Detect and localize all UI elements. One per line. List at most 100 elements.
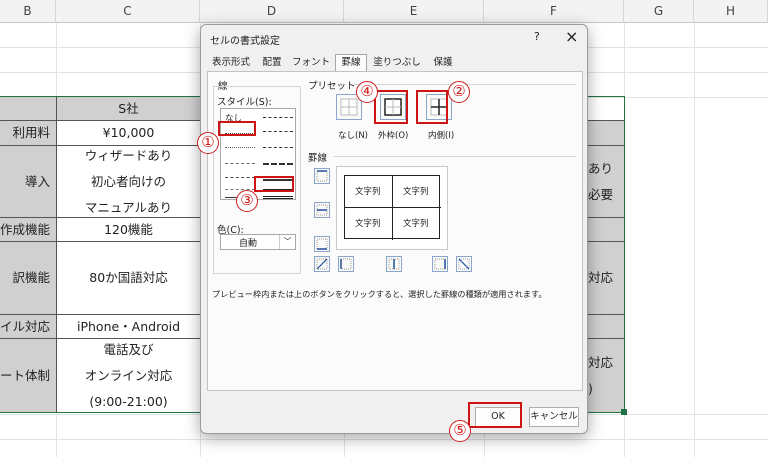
diagonal-down-icon (458, 258, 470, 270)
border-top-button[interactable] (314, 168, 330, 184)
dialog-title: セルの書式設定 (210, 36, 280, 47)
annotation-marker-5: ⑤ (449, 420, 471, 442)
highlight-box-inside (416, 90, 448, 124)
tab-font[interactable]: フォント (291, 55, 331, 71)
table-row-label[interactable]: 作成機能 (0, 218, 56, 242)
row-label-text: イル対応 (0, 318, 50, 334)
border-vertical-icon (388, 258, 400, 270)
cell-text: 対応 (588, 354, 614, 370)
table-row-label[interactable]: 導入 (0, 146, 56, 218)
preview-hline (345, 207, 441, 208)
line-style-medium-dash-dot[interactable] (263, 147, 293, 148)
table-row-label[interactable]: ート体制 (0, 339, 56, 412)
table-row-label[interactable]: イル対応 (0, 315, 56, 339)
row-label-text: 作成機能 (0, 221, 50, 237)
row-label-text: 利用料 (12, 125, 50, 140)
cancel-button[interactable]: キャンセル (529, 407, 579, 427)
preview-text: 文字列 (355, 187, 381, 197)
table-header-b[interactable] (0, 97, 56, 121)
tab-protection[interactable]: 保護 (427, 55, 459, 71)
cell-text: ウィザードあり (84, 147, 173, 163)
tab-strip: 表示形式 配置 フォント 罫線 塗りつぶし 保護 (207, 54, 583, 72)
preset-label: プリセット (308, 81, 356, 92)
table-cell[interactable]: 対応 ) (588, 339, 624, 412)
highlight-box-ok (468, 402, 522, 428)
highlight-box-none-style (218, 121, 256, 136)
color-dropdown[interactable]: 自動 ﹀ (220, 234, 296, 250)
border-left-button[interactable] (338, 256, 354, 272)
cell-text: あり (588, 160, 614, 176)
diagonal-up-icon (316, 258, 328, 270)
line-style-dash-dot[interactable] (225, 177, 255, 178)
tab-alignment[interactable]: 配置 (257, 55, 287, 71)
style-label: スタイル(S): (217, 97, 272, 108)
tab-fill[interactable]: 塗りつぶし (371, 55, 423, 71)
table-header-f[interactable] (588, 97, 624, 121)
column-header-b[interactable]: B (0, 0, 56, 23)
preview-grid: 文字列 文字列 文字列 文字列 (344, 175, 441, 240)
column-header-g[interactable]: G (624, 0, 694, 23)
table-row-label[interactable]: 訳機能 (0, 242, 56, 315)
tab-border[interactable]: 罫線 (335, 54, 367, 72)
border-bottom-button[interactable] (314, 236, 330, 252)
table-cell[interactable]: 電話及び オンライン対応 (9:00-21:00) (56, 339, 200, 412)
preview-vline (392, 176, 393, 240)
annotation-marker-3: ③ (236, 190, 258, 212)
line-style-medium-dash-dot-dot[interactable] (263, 117, 293, 118)
column-header-d[interactable]: D (200, 0, 344, 23)
table-cell[interactable] (588, 315, 624, 339)
border-bottom-icon (316, 238, 328, 250)
border-right-icon (434, 258, 446, 270)
column-header-f[interactable]: F (484, 0, 624, 23)
border-divider (334, 156, 576, 157)
gridline (694, 23, 695, 457)
line-style-dotted[interactable] (225, 147, 255, 148)
table-cell[interactable]: あり 必要 (588, 146, 624, 218)
cell-text: オンライン対応 (84, 367, 173, 383)
color-value: 自動 (239, 239, 258, 249)
column-header-c[interactable]: C (56, 0, 200, 23)
tab-number[interactable]: 表示形式 (209, 55, 253, 71)
row-label-text: 導入 (24, 173, 50, 189)
gridline (624, 23, 625, 457)
row-label-text: 訳機能 (12, 270, 50, 285)
border-center-button[interactable] (386, 256, 402, 272)
format-cells-dialog: セルの書式設定 ? × 表示形式 配置 フォント 罫線 塗りつぶし 保護 線 ス… (200, 24, 588, 434)
line-style-double[interactable] (263, 196, 293, 199)
border-diagonal-down-button[interactable] (456, 256, 472, 272)
highlight-box-double-line (254, 176, 294, 192)
column-header-h[interactable]: H (694, 0, 768, 23)
table-cell[interactable]: iPhone・Android (56, 315, 200, 339)
chevron-down-icon: ﹀ (279, 235, 295, 249)
table-cell[interactable] (588, 121, 624, 146)
table-row-label[interactable]: 利用料 (0, 121, 56, 146)
border-diagonal-up-button[interactable] (314, 256, 330, 272)
table-header-c-text: S社 (118, 100, 139, 116)
help-button[interactable]: ? (534, 30, 540, 43)
preview-text: 文字列 (403, 187, 429, 197)
cell-text: ) (588, 380, 593, 396)
cell-text: 対応 (588, 270, 614, 285)
line-style-dash-dot-dot[interactable] (225, 163, 255, 164)
cell-text: 80か国語対応 (89, 270, 168, 285)
column-header-e[interactable]: E (344, 0, 484, 23)
table-cell[interactable]: 120機能 (56, 218, 200, 242)
border-label: 罫線 (308, 153, 328, 164)
table-cell[interactable]: ウィザードあり 初心者向けの マニュアルあり (56, 146, 200, 218)
border-preview[interactable]: 文字列 文字列 文字列 文字列 (336, 166, 448, 250)
annotation-marker-1: ① (197, 132, 219, 154)
table-cell[interactable]: 80か国語対応 (56, 242, 200, 315)
table-cell[interactable]: 対応 (588, 242, 624, 315)
line-style-slanted[interactable] (263, 131, 293, 132)
fill-handle[interactable] (621, 409, 627, 415)
border-right-button[interactable] (432, 256, 448, 272)
table-cell[interactable] (588, 218, 624, 242)
close-icon[interactable]: × (565, 27, 578, 46)
row-label-text: ート体制 (0, 367, 50, 383)
cell-text: 必要 (588, 186, 614, 202)
border-middle-button[interactable] (314, 202, 330, 218)
line-style-medium-dashed[interactable] (263, 163, 293, 165)
table-header-c[interactable]: S社 (56, 97, 200, 121)
cell-text: 電話及び (103, 341, 154, 357)
cell-text: (9:00-21:00) (89, 393, 168, 409)
